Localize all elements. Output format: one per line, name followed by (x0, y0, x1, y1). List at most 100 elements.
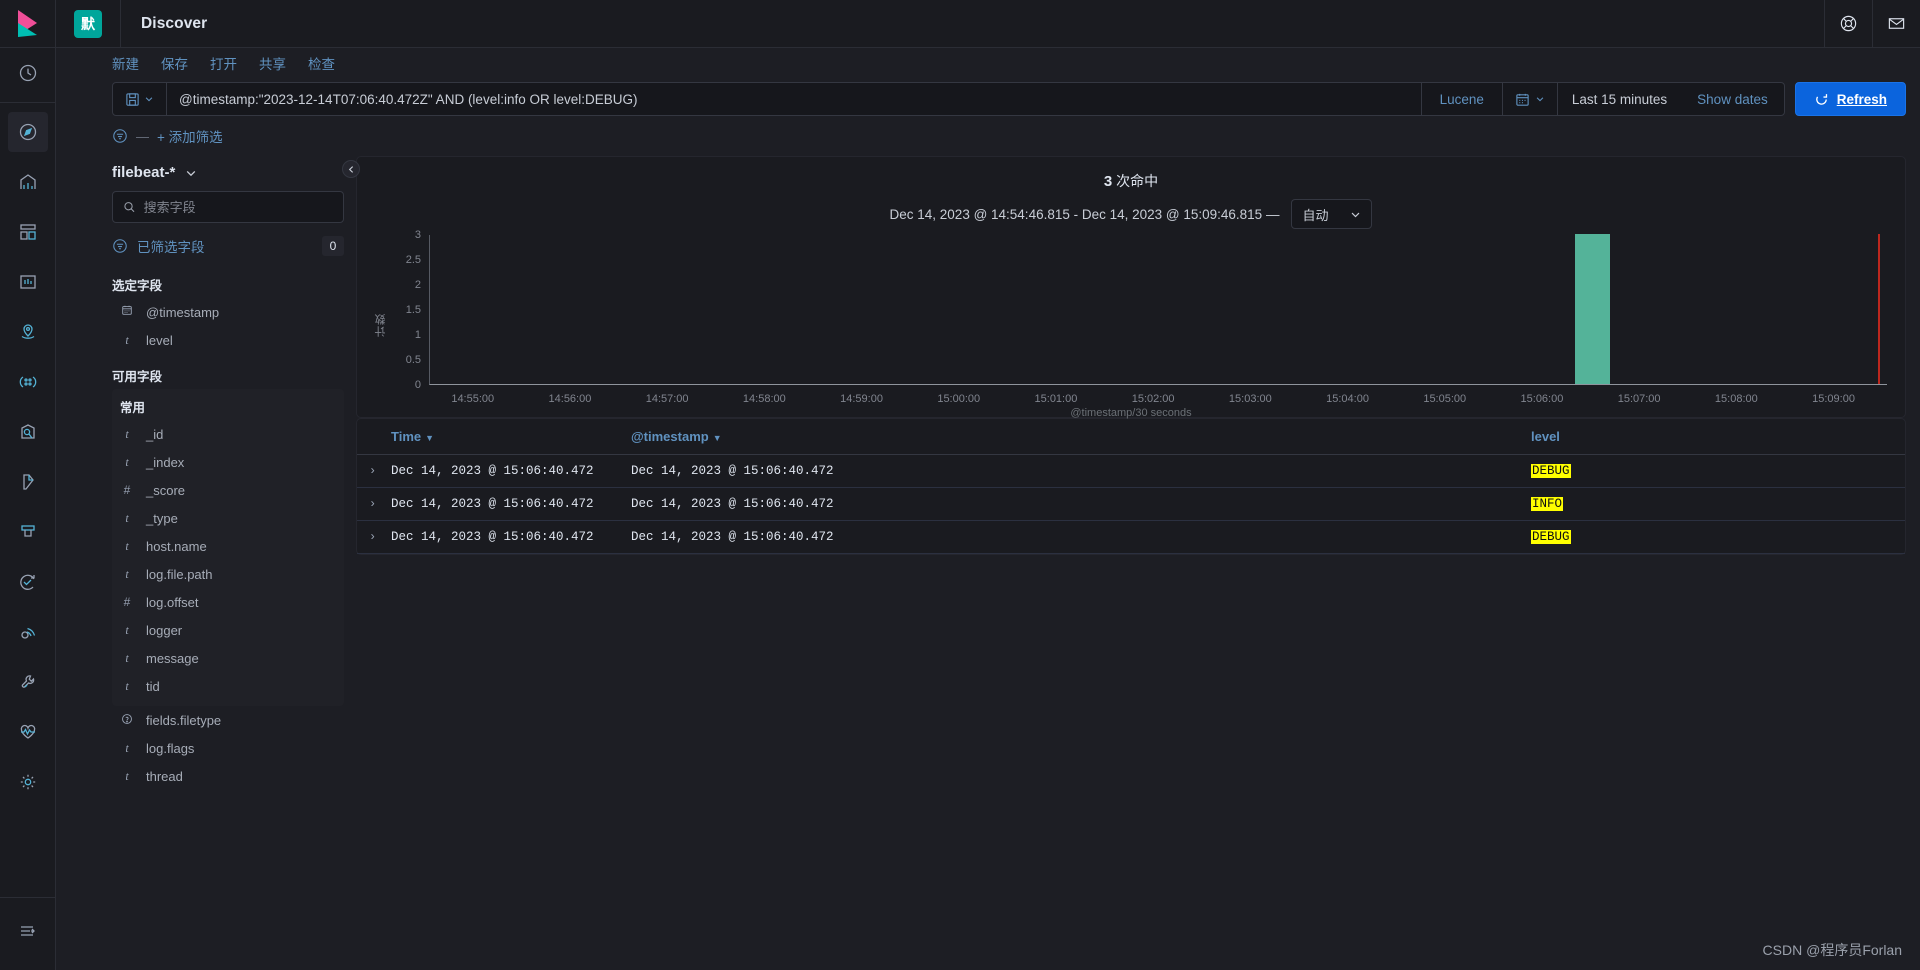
index-pattern-selector[interactable]: filebeat-* (112, 158, 344, 191)
recently-viewed-icon[interactable] (8, 53, 48, 93)
chevron-right-icon[interactable]: › (357, 497, 376, 511)
field-name: _index (146, 454, 185, 470)
refresh-icon (1815, 93, 1827, 105)
search-input[interactable] (143, 199, 333, 215)
field-item-tid[interactable]: t tid (112, 672, 344, 700)
sidebar-item-apm[interactable] (8, 612, 48, 652)
field-name: log.offset (146, 594, 199, 610)
add-filter-button[interactable]: + 添加筛选 (157, 126, 223, 146)
x-axis-label: @timestamp/30 seconds (1070, 407, 1192, 419)
field-item-log-file-path[interactable]: t log.file.path (112, 560, 344, 588)
discover-body: filebeat-* 已筛选字段 0 (56, 152, 1920, 970)
space-avatar[interactable]: 默 (74, 9, 102, 38)
menu-save[interactable]: 保存 (161, 53, 188, 73)
table-row[interactable]: › Dec 14, 2023 @ 15:06:40.472 Dec 14, 2023… (357, 520, 1905, 554)
column-header-timestamp[interactable]: @timestamp ▼ (631, 419, 1531, 455)
sort-caret-icon[interactable]: ▼ (713, 433, 722, 443)
field-item-thread[interactable]: t thread (112, 762, 344, 790)
field-name: host.name (146, 538, 207, 554)
expand-cell[interactable]: › (357, 520, 391, 554)
sidebar-item-machine-learning[interactable] (8, 362, 48, 402)
cell-timestamp: Dec 14, 2023 @ 15:06:40.472 (631, 454, 1531, 488)
number-type-icon: # (123, 483, 131, 497)
sidebar-item-uptime[interactable] (8, 562, 48, 602)
x-tick-label: 15:01:00 (1034, 393, 1078, 405)
hits-label: 次命中 (1116, 173, 1159, 189)
field-name: message (146, 650, 199, 666)
table-row[interactable]: › Dec 14, 2023 @ 15:06:40.472 Dec 14, 2023… (357, 454, 1905, 488)
chevron-right-icon[interactable]: › (357, 464, 376, 478)
sidebar-collapse-button[interactable] (342, 160, 360, 178)
top-header-bar: 默 Discover (56, 0, 1920, 48)
field-item-message[interactable]: t message (112, 644, 344, 672)
sidebar-item-visualize[interactable] (8, 162, 48, 202)
string-type-icon: t (125, 510, 129, 525)
time-range-display[interactable]: Last 15 minutes (1558, 83, 1681, 115)
filtered-fields-toggle[interactable]: 已筛选字段 0 (112, 229, 344, 263)
interval-select[interactable]: 自动 (1291, 199, 1373, 229)
help-icon[interactable] (1824, 0, 1872, 48)
field-item-_score[interactable]: # _score (112, 476, 344, 504)
x-tick-label: 15:06:00 (1520, 393, 1564, 405)
sidebar-item-dashboard[interactable] (8, 212, 48, 252)
menu-open[interactable]: 打开 (210, 53, 237, 73)
sidebar-item-canvas[interactable] (8, 262, 48, 302)
histogram-bar[interactable] (1575, 234, 1611, 384)
x-tick-label: 15:04:00 (1326, 393, 1369, 405)
sidebar-item-management[interactable] (8, 762, 48, 802)
expand-cell[interactable]: › (357, 487, 391, 521)
query-language-button[interactable]: Lucene (1420, 83, 1502, 115)
mail-icon[interactable] (1872, 0, 1920, 48)
field-item-host-name[interactable]: t host.name (112, 532, 344, 560)
refresh-button[interactable]: Refresh (1794, 82, 1906, 116)
chevron-right-icon[interactable]: › (357, 530, 376, 544)
number-type-icon: # (123, 595, 131, 609)
show-dates-button[interactable]: Show dates (1681, 83, 1784, 115)
x-tick-label: 14:59:00 (840, 393, 883, 405)
rail-group-recent (0, 48, 55, 98)
current-time-marker (1878, 234, 1881, 384)
sidebar-item-dev-tools[interactable] (8, 662, 48, 702)
field-item-_index[interactable]: t _index (112, 448, 344, 476)
plot-area[interactable] (429, 234, 1887, 385)
sidebar-item-logs[interactable] (8, 512, 48, 552)
sidebar-item-graph[interactable] (8, 412, 48, 452)
field-item-timestamp[interactable]: @timestamp (112, 298, 344, 326)
search-input[interactable]: @timestamp:"2023-12-14T07:06:40.472Z" AN… (167, 83, 1421, 115)
field-name: _type (146, 510, 178, 526)
kibana-logo[interactable] (0, 0, 56, 48)
field-item-log-offset[interactable]: # log.offset (112, 588, 344, 616)
field-item-_id[interactable]: t _id (112, 420, 344, 448)
date-quick-select-button[interactable] (1501, 83, 1558, 115)
level-highlight: DEBUG (1531, 464, 1571, 478)
string-type-icon: t (125, 650, 129, 665)
column-header-level[interactable]: level (1531, 419, 1905, 455)
sidebar-item-maps[interactable] (8, 312, 48, 352)
menu-new[interactable]: 新建 (112, 53, 139, 73)
menu-inspect[interactable]: 检查 (308, 53, 335, 73)
field-name: logger (146, 622, 183, 638)
sidebar-item-siem[interactable] (8, 462, 48, 502)
expand-cell[interactable]: › (357, 454, 391, 488)
available-fields-title: 可用字段 (112, 370, 163, 384)
filter-icon[interactable] (112, 128, 128, 144)
field-item-_type[interactable]: t _type (112, 504, 344, 532)
field-search-box[interactable] (112, 191, 344, 223)
y-tick-label: 0 (414, 379, 421, 391)
field-item-fields-filetype[interactable]: fields.filetype (112, 706, 344, 734)
index-pattern-name: filebeat-* (112, 164, 176, 181)
collapse-nav-icon[interactable] (8, 911, 48, 951)
sidebar-item-monitoring[interactable] (8, 712, 48, 752)
menu-share[interactable]: 共享 (259, 53, 286, 73)
saved-query-button[interactable] (113, 83, 167, 115)
sidebar-item-discover[interactable] (7, 112, 48, 152)
sort-caret-icon[interactable]: ▼ (425, 433, 434, 443)
string-type-icon: t (125, 768, 129, 783)
field-item-log-flags[interactable]: t log.flags (112, 734, 344, 762)
field-item-level[interactable]: t level (112, 326, 344, 354)
table-row[interactable]: › Dec 14, 2023 @ 15:06:40.472 Dec 14, 2023… (357, 487, 1905, 521)
field-name: tid (146, 678, 160, 694)
documents-table-panel: Time ▼ @timestamp ▼ level › Dec 14, 2023 @ (356, 418, 1906, 555)
column-header-time[interactable]: Time ▼ (391, 419, 631, 455)
field-item-logger[interactable]: t logger (112, 616, 344, 644)
